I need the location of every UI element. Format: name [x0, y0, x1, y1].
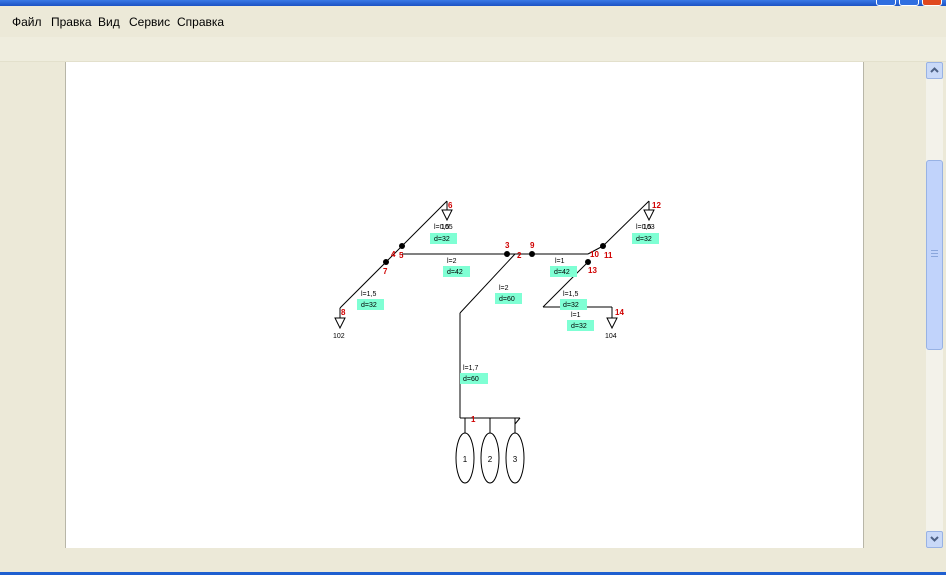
fixture-8-icon [334, 317, 346, 330]
drawing-canvas[interactable]: 1 2 3 1 2 3 4 5 6 7 8 9 10 11 12 13 14 1… [65, 62, 864, 548]
seg-13-length: l=1,5 [563, 291, 578, 298]
seg-13-diameter: d=32 [563, 302, 579, 309]
seg-14-length: l=1 [571, 312, 581, 319]
seg-5-3-diameter: d=42 [447, 269, 463, 276]
seg-2-10-diameter: d=42 [554, 269, 570, 276]
pump-header-end [514, 417, 521, 425]
seg-5-6-length: l=0,5 [434, 224, 449, 231]
pump-3-label: 3 [513, 455, 518, 464]
seg-14-diameter: d=32 [571, 323, 587, 330]
node-5-dot [399, 243, 405, 249]
node-11-dot [600, 243, 606, 249]
node-label-13: 13 [588, 266, 597, 275]
chevron-down-icon [930, 536, 939, 542]
node-13-dot [585, 259, 591, 265]
seg-11-12-diameter: d=32 [636, 236, 652, 243]
seg-11-12-length: l=0,5 [636, 224, 651, 231]
seg-2-down-diameter: d=60 [499, 296, 515, 303]
node-7-dot [383, 259, 389, 265]
seg-4-8-length: l=1,5 [361, 291, 376, 298]
thumb-grip [931, 253, 938, 254]
pipe-lines [339, 200, 650, 433]
pipe-2-down [459, 253, 516, 314]
toolbar [0, 37, 946, 62]
thumb-grip [931, 250, 938, 251]
fixture-6-icon [441, 209, 453, 222]
vertical-scrollbar[interactable] [926, 62, 943, 548]
seg-riser-diameter: d=60 [463, 376, 479, 383]
fixture-label-102: 102 [333, 333, 345, 340]
fixture-labels: 102 104 105 103 [333, 224, 655, 340]
fixture-12-icon [643, 209, 655, 222]
node-label-1: 1 [471, 415, 476, 424]
pipe-diagram: 1 2 3 1 2 3 4 5 6 7 8 9 10 11 12 13 14 1… [333, 200, 661, 484]
menu-file[interactable]: Файл [12, 15, 42, 29]
node-label-2: 2 [517, 251, 522, 260]
pump-2-label: 2 [488, 455, 493, 464]
scroll-thumb[interactable] [926, 160, 943, 350]
app-window: Файл Правка Вид Сервис Справка 1 2 3 1 2… [0, 6, 946, 572]
node-label-3: 3 [505, 241, 510, 250]
node-label-10: 10 [590, 250, 599, 259]
seg-4-8-diameter: d=32 [361, 302, 377, 309]
node-9-dot [529, 251, 535, 257]
node-label-5: 5 [399, 251, 404, 260]
node-label-9: 9 [530, 241, 535, 250]
scroll-down-button[interactable] [926, 531, 943, 548]
node-labels: 1 2 3 4 5 6 7 8 9 10 11 12 13 14 [341, 201, 661, 424]
node-label-8: 8 [341, 308, 346, 317]
menu-service[interactable]: Сервис [129, 15, 170, 29]
node-label-6: 6 [448, 201, 453, 210]
seg-riser-length: l=1,7 [463, 365, 478, 372]
seg-2-down-length: l=2 [499, 285, 509, 292]
menu-bar: Файл Правка Вид Сервис Справка [0, 6, 946, 37]
thumb-grip [931, 256, 938, 257]
chevron-up-icon [930, 67, 939, 73]
fixture-14-icon [606, 317, 618, 330]
fixture-label-104: 104 [605, 333, 617, 340]
menu-help[interactable]: Справка [177, 15, 224, 29]
node-label-4: 4 [391, 250, 396, 259]
node-label-7: 7 [383, 267, 388, 276]
seg-2-10-length: l=1 [555, 258, 565, 265]
pump-1-label: 1 [463, 455, 468, 464]
node-label-14: 14 [615, 308, 624, 317]
menu-view[interactable]: Вид [98, 15, 120, 29]
node-label-11: 11 [604, 251, 613, 260]
seg-5-3-length: l=2 [447, 258, 457, 265]
node-label-12: 12 [652, 201, 661, 210]
menu-edit[interactable]: Правка [51, 15, 92, 29]
seg-5-6-diameter: d=32 [434, 236, 450, 243]
scroll-up-button[interactable] [926, 62, 943, 79]
node-3-dot [504, 251, 510, 257]
